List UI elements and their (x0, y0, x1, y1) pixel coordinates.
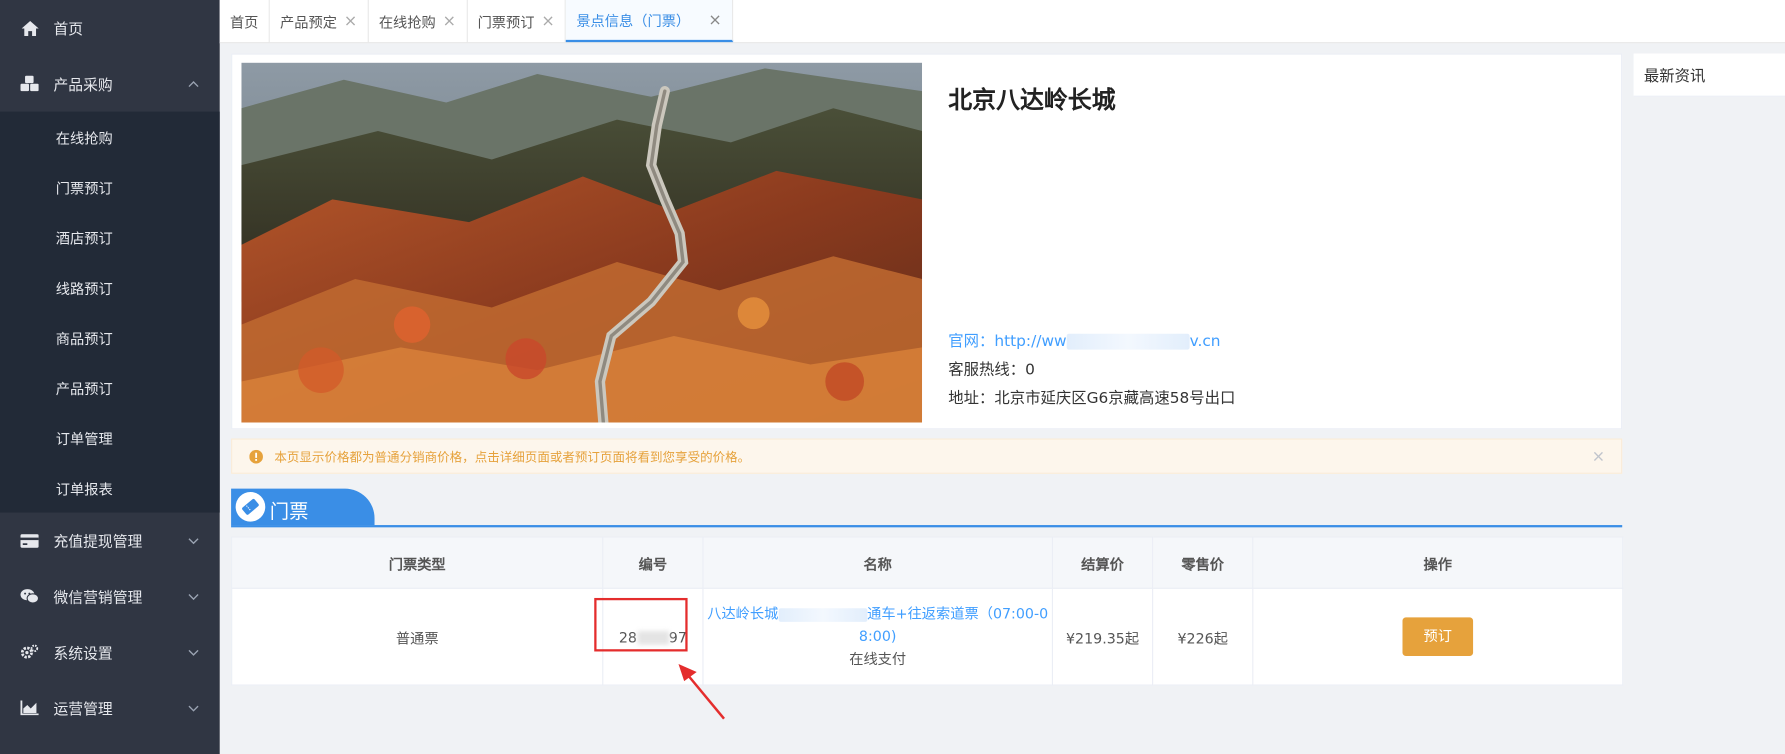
nav-operations[interactable]: 运营管理 (0, 680, 220, 736)
header-settle-price: 结算价 (1051, 536, 1154, 589)
header-code: 编号 (602, 536, 704, 589)
close-icon[interactable]: × (708, 12, 721, 28)
redacted-url-blur (1066, 333, 1190, 350)
tab-ticket-booking[interactable]: 门票预订 × (467, 0, 567, 43)
sub-item-order-report[interactable]: 订单报表 (0, 462, 220, 512)
chevron-down-icon (188, 593, 199, 600)
chevron-up-icon (188, 80, 199, 87)
ticket-table: 门票类型 编号 名称 结算价 零售价 操作 普通票 28 97 八达岭长城 通车+往… (231, 536, 1624, 686)
nav-product-purchase[interactable]: 产品采购 (0, 56, 220, 112)
scenic-address: 地址：北京市延庆区G6京藏高速58号出口 (948, 389, 1236, 408)
website-url-end: v.cn (1189, 332, 1221, 351)
tab-product-reserve-label: 产品预定 (280, 13, 337, 31)
wechat-icon (20, 587, 39, 605)
chevron-down-icon (188, 649, 199, 656)
home-icon (20, 19, 39, 37)
nav-recharge-withdraw[interactable]: 充值提现管理 (0, 513, 220, 569)
tab-flash-sale-label: 在线抢购 (378, 13, 436, 31)
nav-system-settings-label: 系统设置 (53, 645, 113, 663)
nav-system-settings[interactable]: 系统设置 (0, 624, 220, 680)
cell-settle-price: ¥219.35起 (1051, 587, 1154, 686)
cell-action: 预订 (1252, 587, 1624, 686)
gears-icon (20, 643, 39, 661)
sub-item-route-booking[interactable]: 线路预订 (0, 262, 220, 312)
ticket-section-header: 门票 (231, 486, 1623, 528)
area-chart-icon (20, 699, 39, 717)
close-icon[interactable]: × (541, 13, 554, 29)
tab-flash-sale[interactable]: 在线抢购 × (369, 0, 468, 43)
ticket-name-line2: 8:00) (858, 627, 897, 645)
customer-hotline: 客服热线：0 (948, 361, 1035, 380)
cell-ticket-type: 普通票 (231, 587, 604, 686)
nav-product-purchase-label: 产品采购 (53, 77, 113, 95)
website-label: 官网： (948, 332, 995, 351)
tab-ticket-booking-label: 门票预订 (477, 13, 535, 31)
cell-retail-price: ¥226起 (1152, 587, 1254, 686)
close-icon[interactable]: × (344, 13, 357, 29)
ticket-icon (235, 492, 266, 522)
annotation-highlight-box (594, 597, 688, 652)
nav-recharge-withdraw-label: 充值提现管理 (53, 534, 143, 552)
sub-item-goods-booking[interactable]: 商品预订 (0, 312, 220, 362)
header-name: 名称 (702, 536, 1054, 589)
scenic-photo (241, 62, 923, 423)
table-header-row: 门票类型 编号 名称 结算价 零售价 操作 (231, 536, 1624, 589)
header-retail-price: 零售价 (1152, 536, 1254, 589)
tab-home[interactable]: 首页 (220, 0, 270, 43)
product-purchase-submenu: 在线抢购 门票预订 酒店预订 线路预订 商品预订 产品预订 订单管理 订单报表 (0, 111, 220, 513)
tab-bar: 首页 产品预定 × 在线抢购 × 门票预订 × 景点信息（门票） × (219, 0, 1785, 44)
redacted-name-blur (778, 607, 868, 622)
tab-home-label: 首页 (229, 13, 259, 31)
price-notice-alert: 本页显示价格都为普通分销商价格，点击详细页面或者预订页面将看到您享受的价格。 × (231, 438, 1623, 474)
sub-item-product-booking[interactable]: 产品预订 (0, 362, 220, 412)
annotation-arrow-icon (678, 664, 725, 720)
table-row: 普通票 28 97 八达岭长城 通车+往返索道票（07:00-0 8:00) 在线支付… (231, 587, 1624, 686)
sub-item-order-management[interactable]: 订单管理 (0, 412, 220, 462)
cell-name: 八达岭长城 通车+往返索道票（07:00-0 8:00) 在线支付 (702, 587, 1054, 686)
tab-scenic-info-label: 景点信息（门票） (576, 12, 691, 30)
scenic-title: 北京八达岭长城 (948, 86, 1116, 114)
sidebar: 首页 产品采购 在线抢购 门票预订 酒店预订 线路预订 商品预订 产品预订 订单… (0, 0, 220, 754)
nav-home-label: 首页 (53, 21, 84, 39)
credit-card-icon (20, 531, 39, 549)
warning-icon (249, 449, 263, 463)
header-action: 操作 (1252, 536, 1624, 589)
cubes-icon (20, 75, 39, 93)
book-button[interactable]: 预订 (1402, 617, 1474, 657)
alert-text: 本页显示价格都为普通分销商价格，点击详细页面或者预订页面将看到您享受的价格。 (274, 449, 751, 465)
official-website-link[interactable]: 官网：http://ww v.cn (948, 328, 1220, 351)
chevron-down-icon (188, 537, 199, 544)
tab-scenic-info[interactable]: 景点信息（门票） × (566, 0, 734, 43)
header-ticket-type: 门票类型 (231, 536, 604, 589)
nav-wechat-marketing[interactable]: 微信营销管理 (0, 568, 220, 624)
latest-news-title: 最新资讯 (1643, 67, 1706, 86)
nav-wechat-marketing-label: 微信营销管理 (53, 589, 143, 608)
close-icon[interactable]: × (1592, 448, 1605, 466)
close-icon[interactable]: × (443, 13, 456, 29)
section-tab: 门票 (231, 488, 375, 526)
nav-operations-label: 运营管理 (53, 701, 113, 719)
latest-news-panel: 最新资讯 (1633, 53, 1785, 97)
sub-item-flash-sale[interactable]: 在线抢购 (0, 112, 220, 162)
ticket-name-link[interactable]: 八达岭长城 通车+往返索道票（07:00-0 8:00) (705, 603, 1051, 649)
nav-home[interactable]: 首页 (0, 0, 220, 56)
section-title: 门票 (269, 501, 309, 524)
payment-method: 在线支付 (849, 650, 907, 668)
ticket-name-end: 通车+往返索道票（07:00-0 (867, 604, 1049, 622)
section-divider (231, 525, 1623, 528)
sub-item-hotel-booking[interactable]: 酒店预订 (0, 212, 220, 262)
chevron-down-icon (188, 705, 199, 712)
scenic-info-card: 北京八达岭长城 官网：http://ww v.cn 客服热线：0 地址：北京市延庆… (231, 53, 1623, 430)
website-url-start: http://ww (994, 332, 1067, 351)
sub-item-ticket-booking[interactable]: 门票预订 (0, 162, 220, 212)
ticket-name-start: 八达岭长城 (707, 604, 779, 622)
tab-product-reserve[interactable]: 产品预定 × (270, 0, 369, 43)
